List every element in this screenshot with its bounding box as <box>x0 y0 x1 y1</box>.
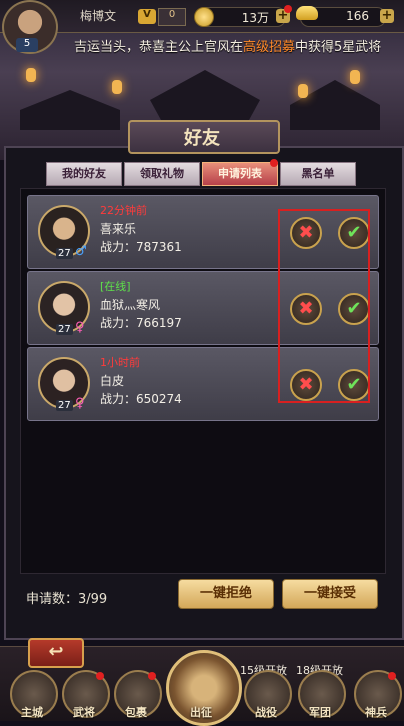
player-level: 5 <box>16 38 38 52</box>
nav-legion-label: 军团 <box>309 706 331 719</box>
panel-title: 好友 <box>184 128 220 149</box>
friend-power: 战力：650274 <box>100 392 182 406</box>
marquee-prefix: 吉运当头，恭喜主公上官风在 <box>74 40 244 55</box>
nav-battle-label: 战役 <box>255 706 277 719</box>
tab-request-list[interactable]: 申请列表 <box>202 162 278 186</box>
nav-generals-label: 武将 <box>73 706 95 719</box>
coins-notification-dot <box>284 5 292 13</box>
female-icon: ♀ <box>75 320 85 335</box>
friend-name: 血狱灬寒风 <box>100 298 161 312</box>
tab-blacklist[interactable]: 黑名单 <box>280 162 356 186</box>
marquee-highlight: 高级招募 <box>243 40 296 55</box>
bag-notification-dot <box>148 672 156 680</box>
marquee-suffix: 中获得5星武将 <box>295 40 382 55</box>
friend-level: 27 <box>56 324 73 335</box>
friend-power: 战力：766197 <box>100 316 182 330</box>
divine-weapon-notification-dot <box>388 672 396 680</box>
accept-all-button[interactable]: 一键接受 <box>282 579 378 609</box>
female-icon: ♀ <box>75 396 85 411</box>
add-ingots-button[interactable]: + <box>380 9 394 23</box>
player-name: 梅博文 <box>80 9 117 23</box>
friend-status: 1小时前 <box>100 356 140 369</box>
friend-status: [在线] <box>100 280 131 293</box>
reject-all-button[interactable]: 一键拒绝 <box>178 579 274 609</box>
nav-main-city-label: 主城 <box>21 706 43 719</box>
coins-value: 13万 <box>241 11 269 25</box>
tab-claim-gifts[interactable]: 领取礼物 <box>124 162 200 186</box>
ingots-value: 166 <box>346 9 369 23</box>
ingot-icon <box>296 6 318 20</box>
highlight-box <box>278 209 370 403</box>
generals-notification-dot <box>96 672 104 680</box>
friend-level: 27 <box>56 400 73 411</box>
announcement-marquee: 吉运当头，恭喜主公上官风在高级招募中获得5星武将 <box>74 36 381 55</box>
back-button[interactable]: ↩ <box>28 638 84 668</box>
coin-icon <box>194 7 214 27</box>
friend-status: 22分钟前 <box>100 204 147 217</box>
requests-notification-dot <box>270 159 278 167</box>
nav-bag-label: 包裹 <box>125 706 147 719</box>
vip-value: 0 <box>158 8 186 26</box>
friend-name: 白皮 <box>100 374 125 388</box>
nav-divine-weapon-label: 神兵 <box>365 706 387 719</box>
friend-level: 27 <box>56 248 73 259</box>
friend-power: 战力：787361 <box>100 240 182 254</box>
vip-icon[interactable]: V <box>138 9 156 24</box>
nav-campaign-label: 出征 <box>190 706 212 719</box>
male-icon: ♂ <box>75 244 87 259</box>
friend-name: 喜来乐 <box>100 222 137 236</box>
request-count: 申请数：3/99 <box>26 592 108 607</box>
tab-my-friends[interactable]: 我的好友 <box>46 162 122 186</box>
